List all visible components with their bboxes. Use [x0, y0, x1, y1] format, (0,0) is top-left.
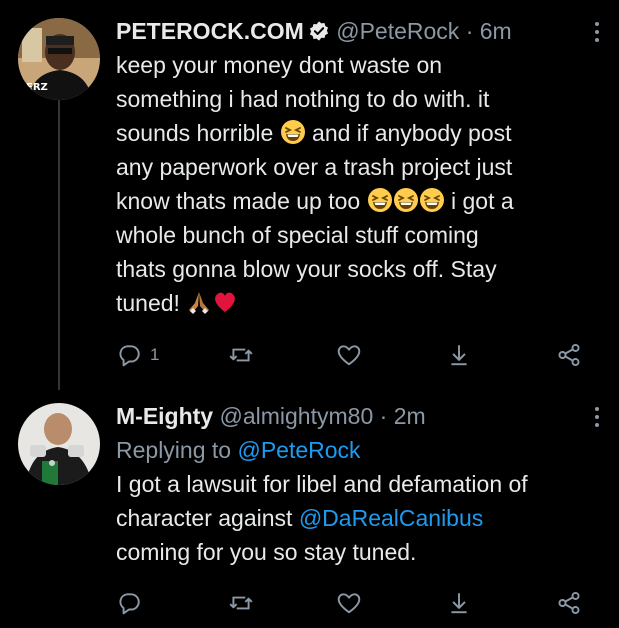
tweet-peterock[interactable]: ERZ PETEROCK.COM @PeteRock · 6m keep you… [0, 0, 619, 390]
header-separator: · [379, 403, 388, 429]
header-separator: · [465, 18, 474, 44]
download-icon [446, 342, 472, 368]
reply-icon [116, 590, 142, 616]
laughing-emoji-icon [419, 187, 445, 213]
author-handle[interactable]: @almightym80 [220, 403, 374, 429]
like-icon [336, 590, 362, 616]
share-icon [556, 342, 582, 368]
text-line: character against @DaRealCanibus [116, 501, 599, 535]
tweet-timestamp[interactable]: 2m [394, 403, 426, 429]
text-fragment: and if anybody post [312, 120, 512, 146]
author-name[interactable]: PETEROCK.COM [116, 18, 304, 44]
retweet-button[interactable] [228, 588, 254, 618]
tweet-text: keep your money dont waste on something … [116, 48, 599, 320]
retweet-icon [228, 342, 254, 368]
avatar[interactable]: ERZ [18, 18, 100, 100]
replying-to-handle-link[interactable]: @PeteRock [237, 437, 360, 463]
retweet-icon [228, 590, 254, 616]
text-fragment: tuned! [116, 290, 180, 316]
text-fragment: sounds horrible [116, 120, 274, 146]
verified-badge-icon [308, 17, 330, 51]
tweet-header: M-Eighty @almightym80 · 2m [116, 399, 599, 433]
tweet-m-eighty[interactable]: M-Eighty @almightym80 · 2m Replying to @… [0, 385, 619, 628]
text-fragment: character against [116, 505, 293, 531]
retweet-button[interactable] [228, 340, 254, 370]
reply-count: 1 [150, 345, 160, 364]
text-line: sounds horrible and if anybody post [116, 116, 599, 150]
share-button[interactable] [556, 588, 582, 618]
svg-text:ERZ: ERZ [26, 82, 48, 93]
replying-to: Replying to @PeteRock [116, 433, 361, 467]
tweet-actions [116, 588, 599, 618]
text-line: keep your money dont waste on [116, 52, 443, 78]
mention-link[interactable]: @DaRealCanibus [299, 505, 483, 531]
text-line: thats gonna blow your socks off. Stay [116, 256, 497, 282]
text-fragment: i got a [451, 188, 514, 214]
laughing-emoji-icon [367, 187, 393, 213]
download-button[interactable] [446, 588, 472, 618]
like-button[interactable] [336, 340, 362, 370]
text-fragment: know thats made up too [116, 188, 361, 214]
author-handle[interactable]: @PeteRock [336, 18, 459, 44]
download-icon [446, 590, 472, 616]
share-button[interactable] [556, 340, 582, 370]
tweet-actions: 1 [116, 340, 599, 370]
text-line: know thats made up too i got a [116, 184, 599, 218]
text-line: any paperwork over a trash project just [116, 154, 513, 180]
laughing-emoji-icon [280, 119, 306, 145]
tweet-timestamp[interactable]: 6m [480, 18, 512, 44]
reply-icon [116, 342, 142, 368]
download-button[interactable] [446, 340, 472, 370]
text-line: something i had nothing to do with. it [116, 86, 490, 112]
reply-button[interactable]: 1 [116, 340, 159, 370]
text-line: coming for you so stay tuned. [116, 539, 417, 565]
more-options-icon[interactable] [595, 22, 601, 46]
text-line: whole bunch of special stuff coming [116, 222, 479, 248]
share-icon [556, 590, 582, 616]
more-options-icon[interactable] [595, 407, 601, 431]
praying-hands-emoji-icon [186, 289, 212, 315]
tweet-text: I got a lawsuit for libel and defamation… [116, 467, 599, 569]
author-name[interactable]: M-Eighty [116, 403, 213, 429]
replying-to-label: Replying to [116, 437, 232, 463]
laughing-emoji-icon [393, 187, 419, 213]
reply-button[interactable] [116, 588, 150, 618]
text-line: tuned! [116, 286, 599, 320]
text-line: I got a lawsuit for libel and defamation… [116, 471, 528, 497]
thread-connector-line [58, 100, 60, 390]
like-button[interactable] [336, 588, 362, 618]
like-icon [336, 342, 362, 368]
tweet-header: PETEROCK.COM @PeteRock · 6m [116, 14, 599, 48]
avatar[interactable] [18, 403, 100, 485]
red-heart-emoji-icon [212, 289, 238, 315]
